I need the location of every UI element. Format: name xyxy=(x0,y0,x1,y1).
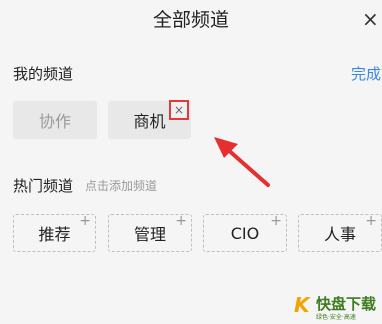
close-icon[interactable]: × xyxy=(362,6,382,32)
channel-chip-collab: 协作 xyxy=(13,101,97,139)
page-title: 全部频道 xyxy=(152,9,229,31)
add-icon: + xyxy=(365,213,377,229)
annotation-arrow-icon xyxy=(214,137,270,187)
hot-channels-hint: 点击添加频道 xyxy=(85,179,158,193)
hot-chip-label: CIO xyxy=(230,223,260,243)
watermark-logo-icon: K xyxy=(294,293,310,317)
hot-chip-management[interactable]: 管理 + xyxy=(108,214,192,252)
hot-channels-heading: 热门频道 xyxy=(13,177,74,195)
channel-chip-label: 协作 xyxy=(38,112,71,131)
my-channels-heading: 我的频道 xyxy=(13,65,74,83)
hot-chip-label: 管理 xyxy=(133,225,166,244)
add-icon: + xyxy=(175,213,187,229)
add-icon: + xyxy=(79,213,91,229)
watermark-name: 快盘下载 xyxy=(316,295,377,313)
hot-chip-cio[interactable]: CIO + xyxy=(203,214,287,252)
hot-chip-recommend[interactable]: 推荐 + xyxy=(13,214,96,252)
hot-chip-hr[interactable]: 人事 + xyxy=(298,214,382,252)
remove-channel-icon[interactable]: × xyxy=(169,100,189,120)
channel-chip-label: 商机 xyxy=(133,112,166,131)
hot-chip-label: 人事 xyxy=(323,225,356,244)
watermark-tagline: 绿色·安全·高速 xyxy=(316,314,356,321)
hot-chip-label: 推荐 xyxy=(38,225,71,244)
watermark-logo: K 快盘下载 绿色·安全·高速 xyxy=(294,292,382,324)
done-button[interactable]: 完成 xyxy=(351,64,381,84)
add-icon: + xyxy=(270,213,282,229)
